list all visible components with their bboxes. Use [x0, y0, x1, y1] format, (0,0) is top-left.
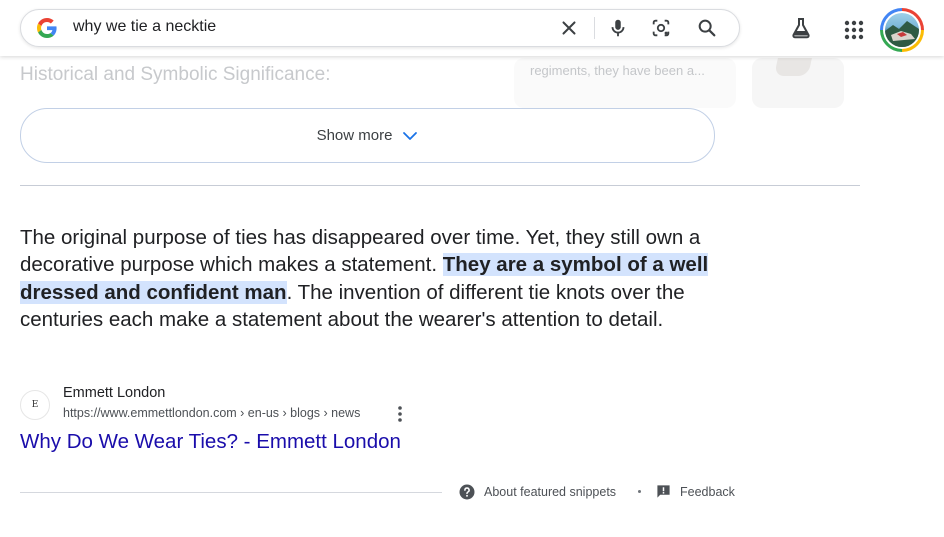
show-more-label: Show more — [316, 127, 393, 144]
microphone-icon[interactable] — [607, 17, 629, 39]
more-vert-icon[interactable] — [392, 405, 408, 423]
featured-snippet-text: The original purpose of ties has disappe… — [20, 224, 750, 333]
search-box-divider — [594, 17, 595, 39]
site-url[interactable]: https://www.emmettlondon.com › en-us › b… — [63, 406, 360, 420]
search-header: why we tie a necktie — [0, 0, 944, 56]
feedback-label: Feedback — [680, 484, 735, 499]
show-more-button[interactable]: Show more — [20, 108, 715, 163]
help-circle-icon — [459, 484, 475, 500]
result-title-link[interactable]: Why Do We Wear Ties? - Emmett London — [20, 430, 401, 454]
feedback-link[interactable]: Feedback — [656, 484, 735, 499]
account-avatar[interactable] — [880, 8, 924, 52]
footer-divider — [20, 492, 442, 493]
feedback-icon — [657, 485, 670, 498]
avatar-image — [885, 13, 919, 47]
footer-separator-dot — [638, 490, 641, 493]
google-logo-icon[interactable] — [37, 18, 57, 38]
lens-icon[interactable] — [650, 17, 672, 39]
faded-snippet-text: regiments, they have been a... — [530, 63, 705, 78]
site-favicon[interactable]: E — [20, 390, 50, 420]
search-input[interactable]: why we tie a necktie — [73, 18, 216, 36]
apps-grid-icon[interactable] — [842, 18, 866, 42]
labs-flask-icon[interactable] — [789, 16, 813, 40]
section-divider — [20, 185, 860, 186]
search-icon[interactable] — [696, 17, 718, 39]
about-featured-snippets-link[interactable]: About featured snippets — [459, 484, 616, 500]
faded-section-heading: Historical and Symbolic Significance: — [20, 64, 331, 85]
search-box[interactable]: why we tie a necktie — [20, 9, 740, 47]
site-name[interactable]: Emmett London — [63, 385, 165, 401]
clear-icon[interactable] — [558, 17, 580, 39]
about-featured-snippets-label: About featured snippets — [484, 485, 617, 499]
chevron-down-icon — [403, 131, 418, 140]
